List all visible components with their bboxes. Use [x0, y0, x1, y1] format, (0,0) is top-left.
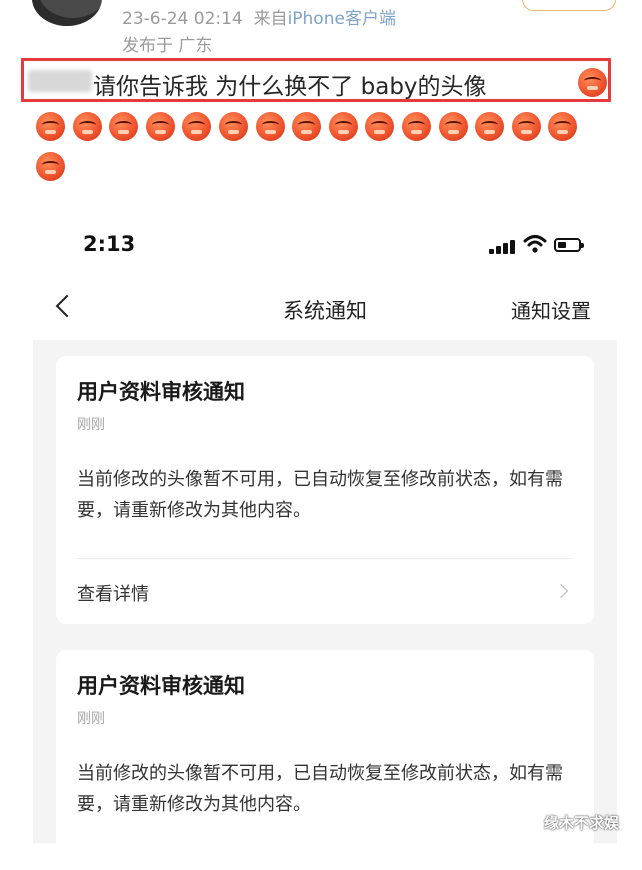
angry-emoji-icon: [292, 112, 322, 141]
highlight-box: [21, 58, 611, 102]
view-details-link[interactable]: 查看详情: [77, 580, 149, 606]
angry-emoji-icon: [72, 112, 102, 141]
follow-button[interactable]: [522, 0, 616, 11]
post-source[interactable]: iPhone客户端: [288, 9, 396, 29]
angry-emoji-icon: [145, 112, 175, 141]
card-title: 用户资料审核通知: [77, 380, 245, 404]
card-divider: [77, 558, 573, 559]
notification-card[interactable]: 用户资料审核通知 刚刚 当前修改的头像暂不可用，已自动恢复至修改前状态，如有需要…: [56, 356, 594, 624]
notification-card[interactable]: 用户资料审核通知 刚刚 当前修改的头像暂不可用，已自动恢复至修改前状态，如有需要…: [56, 650, 594, 870]
signal-icon: [489, 238, 517, 254]
angry-emoji-icon: [475, 112, 505, 141]
status-time: 2:13: [83, 232, 136, 256]
status-bar: 2:13: [33, 218, 617, 278]
angry-emoji-icon: [511, 112, 541, 141]
card-time: 刚刚: [77, 711, 105, 727]
angry-emoji-icon: [328, 112, 358, 141]
watermark: 缘木不求娱: [544, 814, 620, 832]
chevron-right-icon[interactable]: [553, 583, 569, 599]
nav-bar: 系统通知 通知设置: [33, 278, 617, 340]
wifi-icon: [523, 235, 547, 253]
phone-screenshot: 2:13 系统通知 通知设置 用户资料审核通知 刚刚 当前修改的头像暂不可用，已…: [33, 218, 617, 870]
angry-emoji-icon: [548, 112, 578, 141]
angry-emoji-icon: [438, 112, 468, 141]
avatar[interactable]: [32, 0, 102, 26]
angry-emoji-icon: [255, 112, 285, 141]
card-body: 当前修改的头像暂不可用，已自动恢复至修改前状态，如有需要，请重新修改为其他内容。: [77, 763, 563, 815]
notification-settings-link[interactable]: 通知设置: [511, 295, 591, 324]
angry-emoji-icon: [36, 112, 65, 141]
angry-emoji-icon: [365, 112, 395, 141]
post-time: 23-6-24 02:14: [122, 9, 243, 29]
card-time: 刚刚: [77, 417, 105, 433]
angry-emoji-icon: [182, 112, 212, 141]
battery-icon: [554, 238, 584, 252]
post-meta: 23-6-24 02:14 来自iPhone客户端: [122, 4, 396, 29]
card-body: 当前修改的头像暂不可用，已自动恢复至修改前状态，如有需要，请重新修改为其他内容。: [77, 469, 563, 521]
post-location: 发布于 广东: [122, 36, 213, 56]
angry-emoji-icon: [36, 152, 65, 181]
post-source-prefix: 来自: [253, 9, 288, 29]
angry-emoji-icon: [402, 112, 431, 141]
angry-emoji-icon: [109, 112, 139, 141]
card-title: 用户资料审核通知: [77, 674, 245, 698]
angry-emoji-icon: [219, 112, 248, 141]
